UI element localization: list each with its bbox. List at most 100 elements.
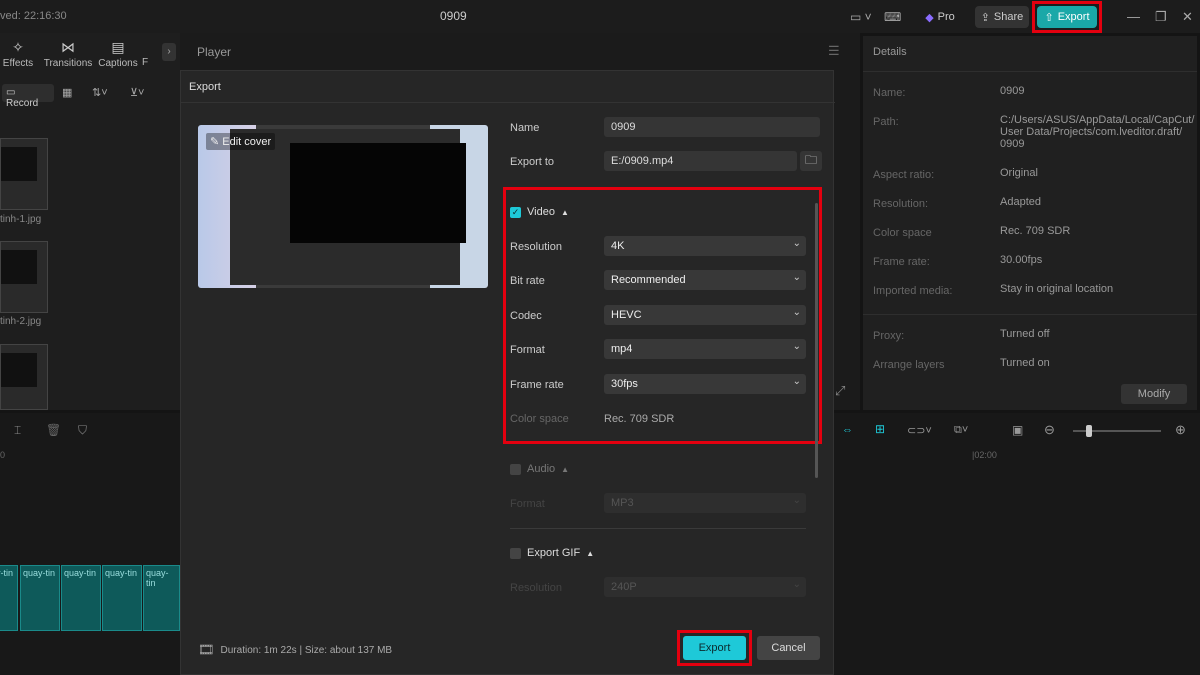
colorspace-label: Color space bbox=[510, 413, 569, 425]
audio-format-select: MP3 ⌄ bbox=[604, 493, 806, 513]
checkbox-icon[interactable] bbox=[510, 463, 521, 475]
framerate-select[interactable]: 30fps ⌄ bbox=[604, 374, 806, 394]
timeline-clip[interactable]: quay-tin bbox=[20, 565, 60, 631]
detail-label: Imported media: bbox=[873, 285, 953, 297]
caret-up-icon: ▲ bbox=[561, 464, 570, 474]
checkbox-checked-icon[interactable]: ✓ bbox=[510, 206, 521, 218]
sort-icon[interactable]: ⇅˅ bbox=[92, 86, 108, 99]
chevron-down-icon: ⌄ bbox=[792, 238, 801, 249]
audio-format-label: Format bbox=[510, 498, 545, 510]
chevron-right-icon[interactable]: › bbox=[162, 43, 176, 61]
gif-section-toggle[interactable]: Export GIF ▲ bbox=[510, 547, 594, 559]
detail-value: Original bbox=[1000, 167, 1038, 179]
dialog-header: Export bbox=[181, 71, 835, 103]
settings-scrollbar[interactable] bbox=[815, 203, 818, 478]
codec-label: Codec bbox=[510, 310, 542, 322]
export-top-button[interactable]: ⇧ Export bbox=[1037, 6, 1097, 28]
tool-transitions[interactable]: ⋈ Transitions bbox=[42, 39, 94, 69]
media-name-1: tinh-1.jpg bbox=[0, 214, 42, 225]
tool-effects[interactable]: ✧ Effects bbox=[0, 39, 44, 69]
folder-icon[interactable]: 🗀 bbox=[800, 151, 822, 171]
preview-axis-icon[interactable]: ⧉˅ bbox=[954, 424, 968, 437]
layout-icon[interactable]: ▭ ˅ bbox=[850, 10, 872, 24]
film-icon: 🎞 bbox=[198, 642, 215, 657]
detail-label: Proxy: bbox=[873, 330, 905, 342]
link-icon[interactable]: ⇔ bbox=[842, 424, 853, 436]
timeline-start: 0 bbox=[0, 450, 6, 460]
details-title: Details bbox=[873, 46, 907, 58]
minimize-icon[interactable]: — bbox=[1127, 9, 1140, 24]
codec-select[interactable]: HEVC ⌄ bbox=[604, 305, 806, 325]
timeline-mark: |02:00 bbox=[972, 450, 997, 460]
video-section-toggle[interactable]: ✓ Video ▲ bbox=[510, 206, 569, 218]
marker-icon[interactable]: ⛉ bbox=[78, 423, 87, 438]
filter-icon[interactable]: ⊻˅ bbox=[130, 86, 144, 99]
maximize-icon[interactable]: ❐ bbox=[1155, 9, 1167, 25]
media-thumb-3[interactable] bbox=[0, 344, 48, 410]
chevron-down-icon: ⌄ bbox=[792, 272, 801, 283]
chevron-down-icon: ⌄ bbox=[792, 579, 801, 590]
detail-label: Name: bbox=[873, 87, 906, 99]
export-path-input[interactable]: E:/0909.mp4 bbox=[604, 151, 797, 171]
snap-icon[interactable]: ⊞ bbox=[875, 422, 885, 436]
split-icon[interactable]: ⌶ bbox=[14, 423, 21, 438]
dialog-title: Export bbox=[189, 81, 221, 93]
modify-button[interactable]: Modify bbox=[1121, 384, 1187, 404]
gif-resolution-label: Resolution bbox=[510, 582, 562, 594]
timeline-clip[interactable]: quay-tin bbox=[143, 565, 180, 631]
detail-label: Arrange layers bbox=[873, 359, 945, 371]
share-icon: ⇪ bbox=[980, 11, 990, 24]
bitrate-select[interactable]: Recommended ⌄ bbox=[604, 270, 806, 290]
resolution-select[interactable]: 4K ⌄ bbox=[604, 236, 806, 256]
timeline-clip[interactable]: quay-tin bbox=[61, 565, 101, 631]
timeline-clip[interactable]: quay-tin bbox=[102, 565, 142, 631]
zoom-handle[interactable] bbox=[1086, 425, 1092, 437]
upload-icon: ⇧ bbox=[1044, 11, 1054, 24]
name-input[interactable]: 0909 bbox=[604, 117, 820, 137]
grid-icon[interactable]: ▦ bbox=[62, 86, 72, 99]
zoom-in-icon[interactable]: ⊕ bbox=[1175, 422, 1186, 438]
detail-value: Turned on bbox=[1000, 357, 1050, 369]
pencil-icon: ✎ bbox=[210, 136, 220, 148]
share-button[interactable]: ⇪ Share bbox=[975, 6, 1029, 28]
details-panel: Details Name: 0909 Path: C:/Users/ASUS/A… bbox=[863, 36, 1197, 410]
cancel-button[interactable]: Cancel bbox=[757, 636, 820, 660]
chevron-down-icon: ⌄ bbox=[792, 495, 801, 506]
media-thumb-1[interactable] bbox=[0, 138, 48, 210]
title-bar: ved: 22:16:30 0909 ▭ ˅ ⌨ ◆ Pro ⇪ Share ⇧… bbox=[0, 0, 1200, 33]
detail-value: Adapted bbox=[1000, 196, 1041, 208]
detail-label: Color space bbox=[873, 227, 932, 239]
menu-icon[interactable]: ☰ bbox=[828, 43, 840, 59]
pro-button[interactable]: ◆ Pro bbox=[918, 6, 962, 28]
diamond-icon: ◆ bbox=[925, 11, 934, 24]
timeline-clip[interactable]: quay-tin bbox=[0, 565, 18, 631]
shortcut-icon[interactable]: ⌨ bbox=[884, 10, 901, 24]
detail-label: Path: bbox=[873, 116, 899, 128]
zoom-out-icon[interactable]: ⊖ bbox=[1044, 422, 1055, 438]
delete-icon[interactable]: 🗑 bbox=[46, 423, 61, 437]
caption-icon[interactable]: ▣ bbox=[1012, 423, 1023, 437]
detail-value: Stay in original location bbox=[1000, 283, 1114, 295]
media-thumb-2[interactable] bbox=[0, 241, 48, 313]
detail-label: Frame rate: bbox=[873, 256, 930, 268]
export-info: 🎞 Duration: 1m 22s | Size: about 137 MB bbox=[198, 642, 393, 657]
format-label: Format bbox=[510, 344, 545, 356]
colorspace-value: Rec. 709 SDR bbox=[604, 413, 675, 425]
name-label: Name bbox=[510, 122, 540, 134]
format-select[interactable]: mp4 ⌄ bbox=[604, 339, 806, 359]
media-panel: ✧ Effects ⋈ Transitions ▤ Captions F › ▭ Re… bbox=[0, 33, 180, 410]
chain-icon[interactable]: ⊂⊃˅ bbox=[907, 424, 932, 437]
fullscreen-icon[interactable]: ⤢ bbox=[835, 383, 845, 399]
close-icon[interactable]: ✕ bbox=[1182, 9, 1193, 25]
detail-value: 0909 bbox=[1000, 85, 1025, 97]
chevron-down-icon: ⌄ bbox=[792, 341, 801, 352]
audio-section-toggle[interactable]: Audio ▲ bbox=[510, 463, 569, 475]
tool-more[interactable]: F bbox=[130, 39, 160, 68]
export-to-label: Export to bbox=[510, 156, 555, 168]
edit-cover-button[interactable]: ✎ Edit cover bbox=[206, 133, 276, 150]
export-button[interactable]: Export bbox=[683, 636, 746, 660]
transitions-icon: ⋈ bbox=[61, 39, 75, 55]
record-button[interactable]: ▭ Record bbox=[2, 84, 54, 109]
checkbox-icon[interactable] bbox=[510, 547, 521, 559]
project-title: 0909 bbox=[440, 9, 467, 23]
